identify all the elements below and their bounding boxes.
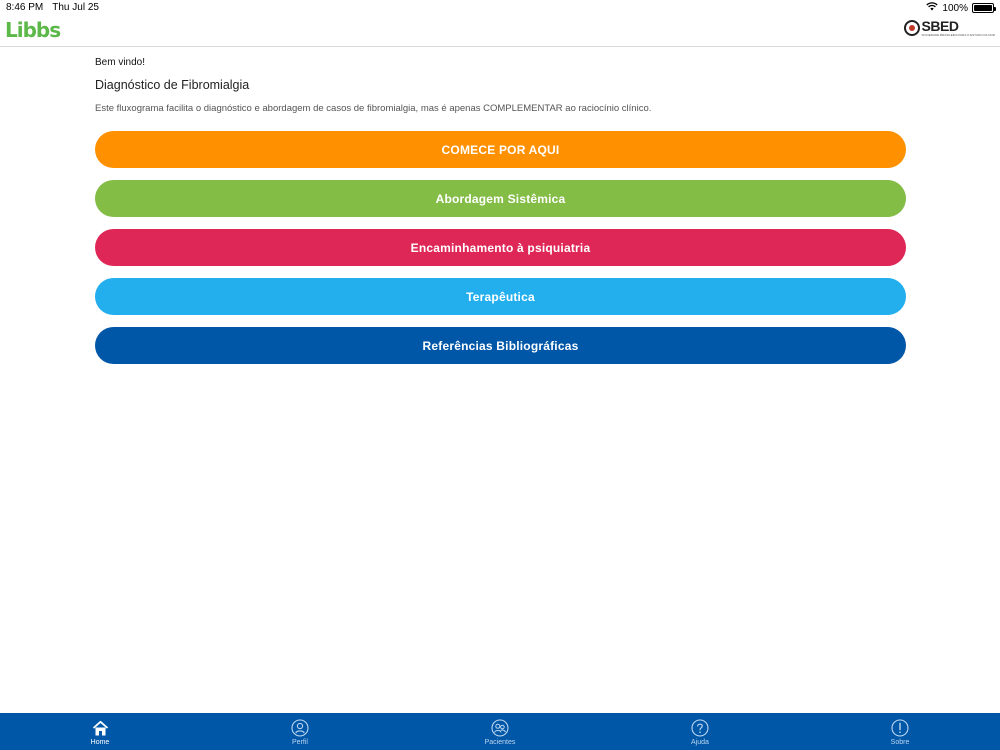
battery-fill: [974, 5, 992, 11]
therapeutics-button[interactable]: Terapêutica: [95, 278, 906, 315]
tab-label: Home: [90, 739, 110, 746]
status-right: 100%: [926, 2, 996, 14]
patients-icon: [491, 719, 509, 737]
tab-label: Pacientes: [484, 739, 516, 746]
menu-list: COMECE POR AQUI Abordagem Sistêmica Enca…: [95, 131, 906, 364]
help-icon: [691, 719, 709, 737]
status-left: 8:46 PM Thu Jul 25: [6, 2, 99, 13]
start-here-button[interactable]: COMECE POR AQUI: [95, 131, 906, 168]
description-text: Este fluxograma facilita o diagnóstico e…: [95, 103, 652, 114]
status-bar: 8:46 PM Thu Jul 25 100%: [0, 0, 1000, 14]
page-title: Diagnóstico de Fibromialgia: [95, 78, 250, 92]
partner-mark-icon: [903, 20, 920, 36]
home-icon: [91, 719, 109, 737]
status-date: Thu Jul 25: [52, 2, 99, 13]
status-time: 8:46 PM: [6, 2, 44, 13]
battery-percent: 100%: [942, 2, 968, 14]
tab-label: Ajuda: [691, 739, 709, 746]
systemic-approach-button[interactable]: Abordagem Sistêmica: [95, 180, 906, 217]
wifi-icon: [926, 2, 939, 14]
partner-text: SBED SOCIEDADE BRASILEIRA PARA O ESTUDO …: [922, 19, 995, 37]
tab-patients[interactable]: Pacientes: [400, 713, 600, 750]
battery-icon: [972, 3, 996, 13]
brand-logo: Libbs: [5, 18, 61, 42]
tab-label: Sobre: [890, 739, 910, 746]
profile-icon: [291, 719, 309, 737]
partner-logo: SBED SOCIEDADE BRASILEIRA PARA O ESTUDO …: [903, 19, 995, 37]
references-button[interactable]: Referências Bibliográficas: [95, 327, 906, 364]
tab-help[interactable]: Ajuda: [600, 713, 800, 750]
tab-about[interactable]: Sobre: [800, 713, 1000, 750]
tab-bar: Home Perfil Pacientes Ajuda Sobre: [0, 713, 1000, 750]
partner-subtitle: SOCIEDADE BRASILEIRA PARA O ESTUDO DA DO…: [921, 33, 995, 37]
app-header: Libbs SBED SOCIEDADE BRASILEIRA PARA O E…: [0, 14, 1000, 47]
psychiatry-referral-button[interactable]: Encaminhamento à psiquiatria: [95, 229, 906, 266]
greeting-text: Bem vindo!: [95, 57, 146, 68]
tab-label: Perfil: [292, 739, 308, 746]
partner-name: SBED: [921, 18, 959, 34]
main-content: Bem vindo! Diagnóstico de Fibromialgia E…: [95, 56, 906, 364]
tab-profile[interactable]: Perfil: [200, 713, 400, 750]
tab-home[interactable]: Home: [0, 713, 200, 750]
info-icon: [891, 719, 909, 737]
